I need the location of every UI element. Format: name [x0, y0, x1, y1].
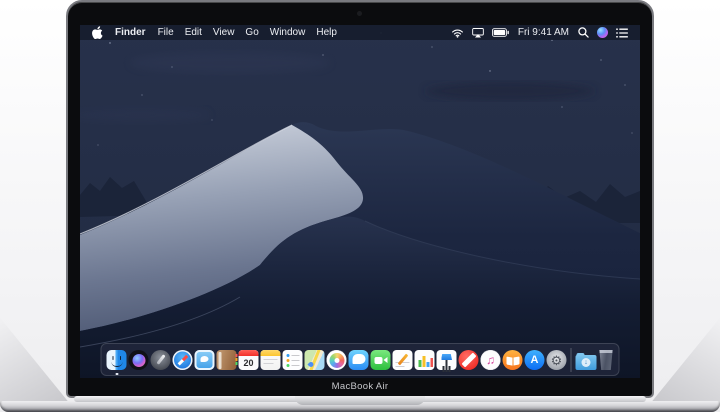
dock-item-mail[interactable]	[195, 345, 215, 374]
safari-icon	[173, 350, 193, 370]
battery-icon[interactable]	[492, 28, 509, 37]
dock-item-books[interactable]	[503, 345, 523, 374]
dock: 20 ♫ A⚙ ↓	[101, 343, 620, 376]
reminders-icon	[283, 350, 303, 370]
notification-list-icon[interactable]	[616, 28, 628, 38]
dock-apps: 20 ♫ A⚙	[107, 345, 567, 374]
dock-item-itunes[interactable]: ♫	[481, 345, 501, 374]
dock-item-appstore[interactable]: A	[525, 345, 545, 374]
dock-separator	[571, 348, 572, 372]
dock-item-keynote[interactable]	[437, 345, 457, 374]
sysprefs-glyph: ⚙	[547, 350, 567, 370]
calendar-glyph: 20	[239, 355, 259, 370]
messages-icon	[349, 350, 369, 370]
dock-item-pages[interactable]	[393, 345, 413, 374]
menu-go[interactable]: Go	[245, 27, 258, 38]
dock-item-news[interactable]	[459, 345, 479, 374]
menu-bar: Finder File Edit View Go Window Help	[80, 25, 640, 40]
menu-window[interactable]: Window	[270, 27, 306, 38]
dock-item-facetime[interactable]	[371, 345, 391, 374]
dock-item-calendar[interactable]: 20	[239, 345, 259, 374]
dock-item-maps[interactable]	[305, 345, 325, 374]
trash-icon	[599, 350, 614, 370]
menu-view[interactable]: View	[213, 27, 235, 38]
laptop-lid: Finder File Edit View Go Window Help	[66, 0, 654, 398]
apple-logo-icon	[92, 26, 103, 39]
apple-menu[interactable]	[92, 26, 103, 39]
notes-icon	[261, 350, 281, 370]
dock-item-reminders[interactable]	[283, 345, 303, 374]
menu-help[interactable]: Help	[316, 27, 337, 38]
airplay-display-icon[interactable]	[472, 28, 484, 38]
dock-item-trash[interactable]	[599, 345, 614, 374]
contacts-icon	[217, 350, 237, 370]
appstore-glyph: A	[525, 350, 545, 370]
model-label: MacBook Air	[68, 381, 652, 392]
launchpad-icon	[151, 350, 171, 370]
macbook-air-product-image: Finder File Edit View Go Window Help	[0, 0, 720, 412]
dock-item-downloads[interactable]: ↓	[576, 345, 597, 374]
maps-icon	[305, 350, 325, 370]
menu-items: File Edit View Go Window Help	[158, 27, 337, 38]
facetime-icon	[371, 350, 391, 370]
numbers-icon	[415, 350, 435, 370]
dock-item-photos[interactable]	[327, 345, 347, 374]
photos-icon	[327, 350, 347, 370]
dock-item-finder[interactable]	[107, 345, 127, 374]
news-icon	[459, 350, 479, 370]
itunes-icon: ♫	[481, 350, 501, 370]
downloads-glyph: ↓	[576, 355, 597, 370]
dock-item-numbers[interactable]	[415, 345, 435, 374]
camera-dot	[358, 12, 361, 15]
dock-item-sysprefs[interactable]: ⚙	[547, 345, 567, 374]
menu-bar-status-area: Fri 9:41 AM	[451, 27, 628, 38]
siri-icon	[129, 350, 149, 370]
sysprefs-icon: ⚙	[547, 350, 567, 370]
pages-icon	[393, 350, 413, 370]
dock-item-launchpad[interactable]	[151, 345, 171, 374]
menu-edit[interactable]: Edit	[185, 27, 202, 38]
lid-opening-notch	[295, 396, 425, 405]
siri-icon[interactable]	[597, 27, 608, 38]
laptop-base-left-wedge	[0, 316, 68, 404]
dock-item-contacts[interactable]	[217, 345, 237, 374]
laptop-base-right-wedge	[652, 316, 720, 404]
finder-icon	[107, 350, 127, 370]
dock-item-notes[interactable]	[261, 345, 281, 374]
mail-icon	[195, 350, 215, 370]
spotlight-search-icon[interactable]	[578, 27, 589, 38]
appstore-icon: A	[525, 350, 545, 370]
menu-bar-clock[interactable]: Fri 9:41 AM	[517, 27, 570, 38]
dock-item-siri[interactable]	[129, 345, 149, 374]
dock-item-messages[interactable]	[349, 345, 369, 374]
downloads-icon: ↓	[576, 355, 597, 370]
dock-item-safari[interactable]	[173, 345, 193, 374]
books-icon	[503, 350, 523, 370]
running-indicator	[116, 373, 119, 376]
screen: Finder File Edit View Go Window Help	[80, 25, 640, 378]
keynote-icon	[437, 350, 457, 370]
itunes-glyph: ♫	[481, 350, 501, 370]
wifi-icon[interactable]	[451, 28, 464, 38]
menu-file[interactable]: File	[158, 27, 174, 38]
dock-trailing: ↓	[576, 345, 614, 374]
active-app-menu[interactable]: Finder	[115, 27, 146, 38]
mojave-night-wallpaper	[80, 25, 640, 378]
calendar-icon: 20	[239, 350, 259, 370]
